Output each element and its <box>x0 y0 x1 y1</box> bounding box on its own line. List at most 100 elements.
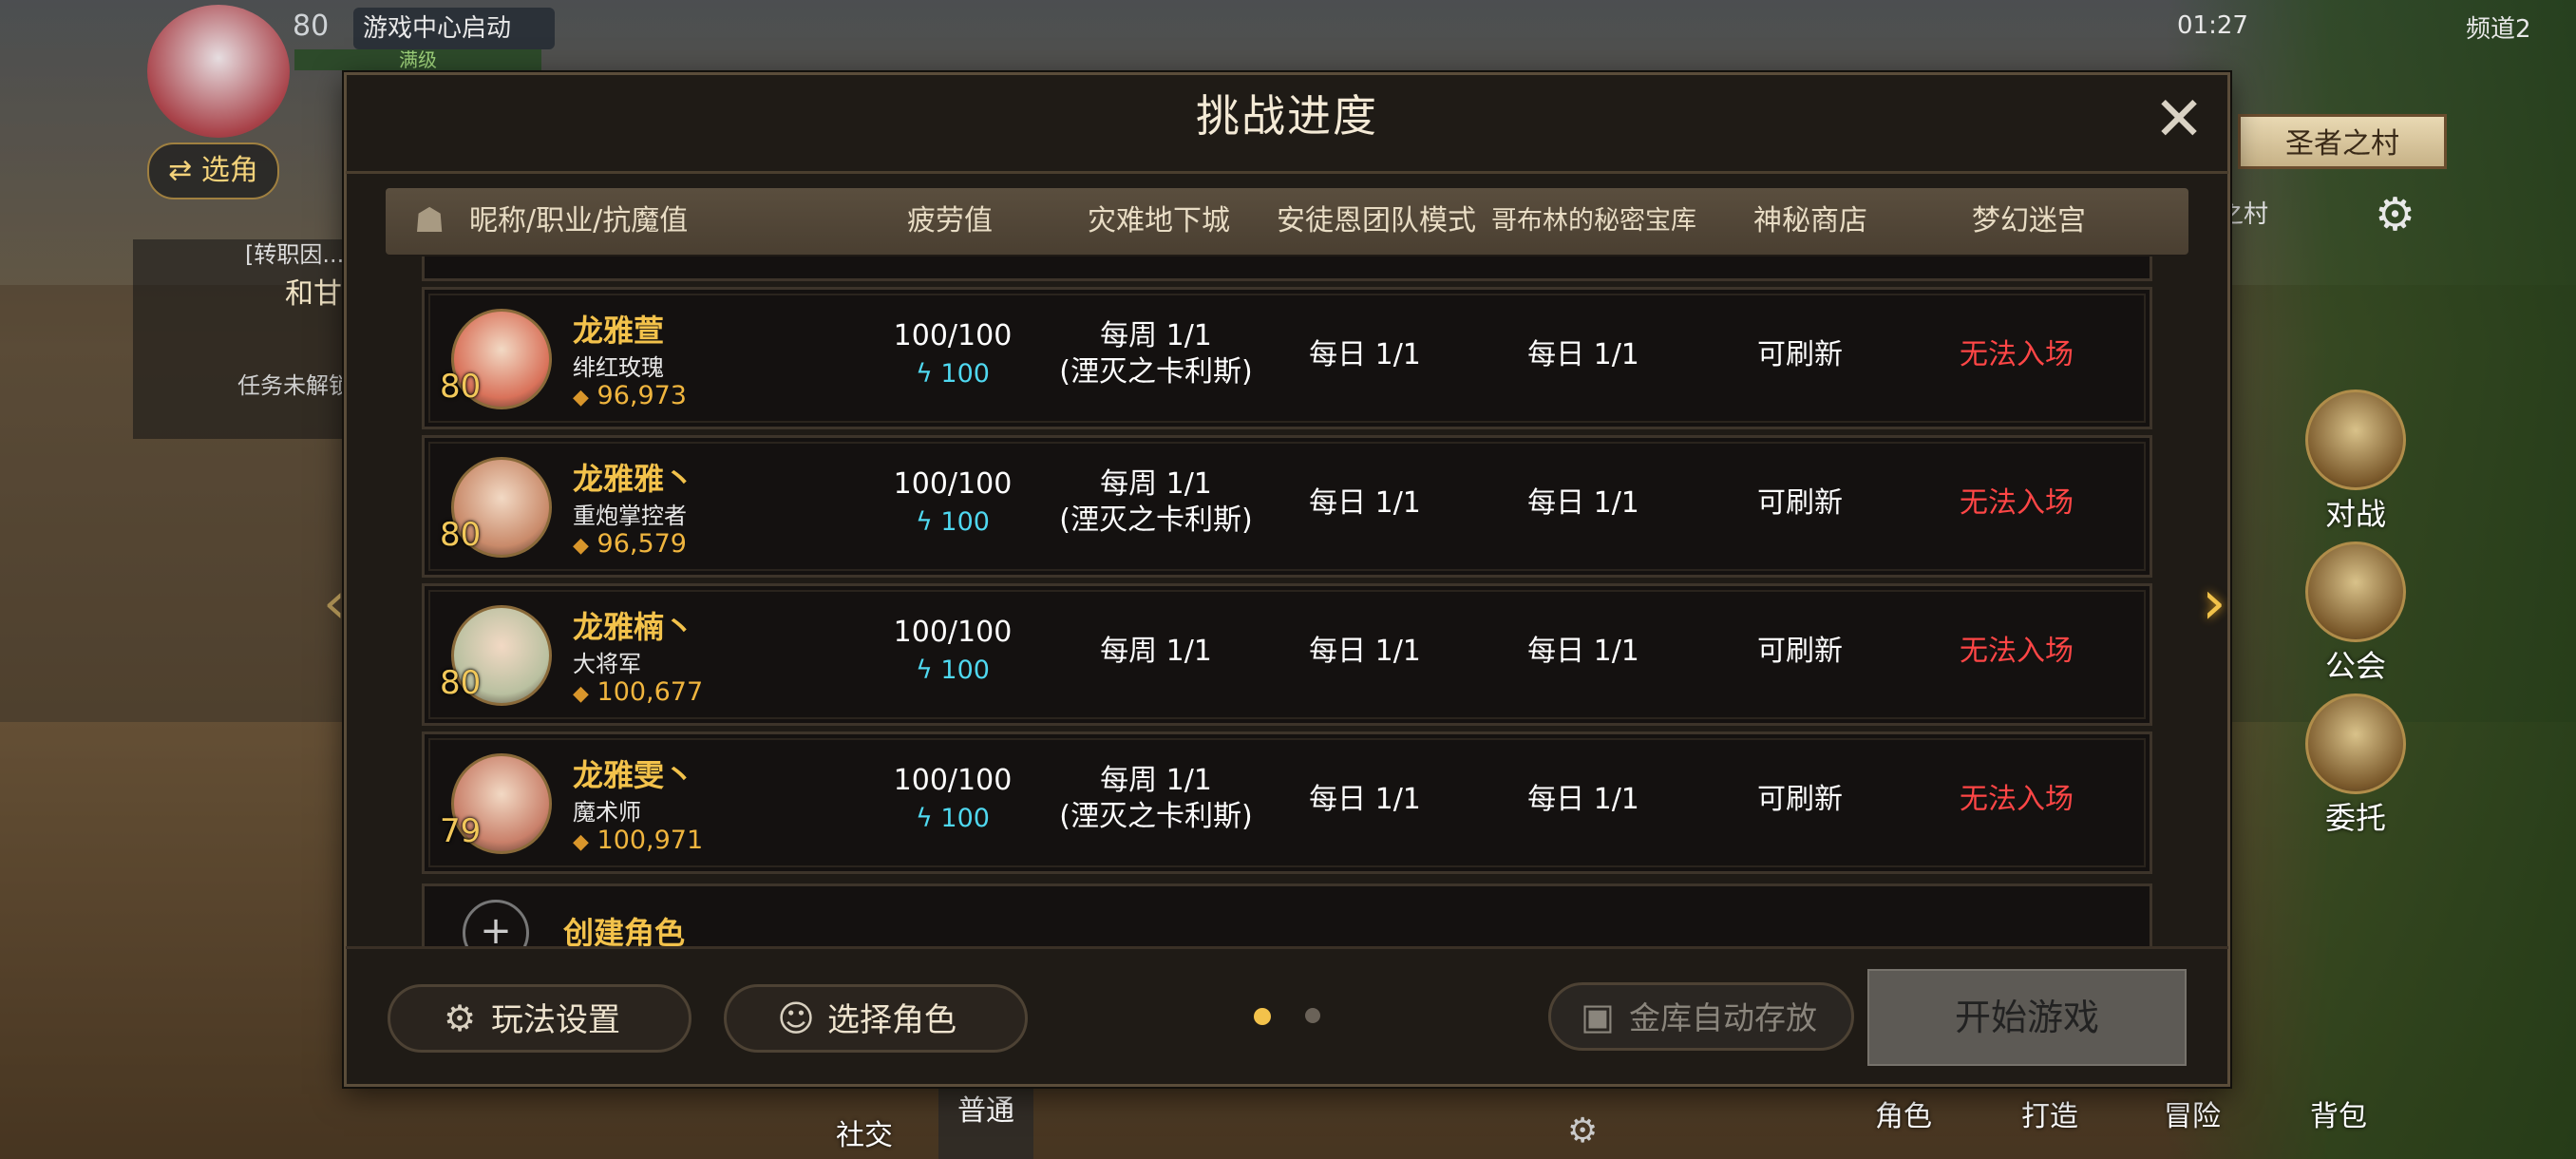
character-job: 大将军 <box>573 651 641 677</box>
channel-label[interactable]: 频道2 <box>2466 10 2531 45</box>
fatigue-value: 100/100 <box>893 616 1013 649</box>
next-page-arrow-icon[interactable]: › <box>2202 568 2226 638</box>
guild-label: 公会 <box>2324 648 2386 684</box>
demon-resist-value: 100,677 <box>597 677 704 707</box>
goblin-vault-value: 每日 1/1 <box>1527 486 1639 520</box>
vault-auto-store-label: 金库自动存放 <box>1629 999 1817 1036</box>
col-header-shop: 神秘商店 <box>1753 204 1867 238</box>
game-center-button[interactable]: 游戏中心启动 <box>353 8 555 49</box>
col-header-name: 昵称/职业/抗魔值 <box>469 204 689 238</box>
col-header-anton: 安徒恩团队模式 <box>1277 204 1476 238</box>
dream-maze-value: 无法入场 <box>1960 338 2074 371</box>
col-header-fatigue: 疲劳值 <box>907 204 993 238</box>
demon-resist-icon: ◆ <box>573 386 589 409</box>
anton-raid-value: 每日 1/1 <box>1309 338 1421 371</box>
role-tab[interactable]: 角色 <box>1875 1092 1932 1134</box>
page-dot[interactable] <box>1305 1008 1320 1023</box>
character-name: 龙雅萱 <box>573 313 665 349</box>
dream-maze-value: 无法入场 <box>1960 635 2074 668</box>
character-row[interactable]: 80 龙雅楠丶大将军 ◆ 100,677 100/100 ϟ 100 每周 1/1 每日 1… <box>422 583 2152 726</box>
demon-resist-icon: ◆ <box>573 682 589 706</box>
character-silhouette-icon: ☗ <box>414 201 445 240</box>
play-settings-button[interactable]: ⚙ 玩法设置 <box>388 984 691 1053</box>
quest-title: [转职因... <box>245 241 345 268</box>
character-level: 79 <box>440 812 482 850</box>
mystery-shop-value: 可刷新 <box>1757 635 1843 668</box>
dream-maze-value: 无法入场 <box>1960 486 2074 520</box>
close-icon[interactable]: ✕ <box>2149 89 2209 152</box>
col-header-maze: 梦幻迷宫 <box>1972 204 2086 238</box>
prev-page-arrow-icon[interactable]: ‹ <box>323 570 346 636</box>
page-dot-active[interactable] <box>1254 1008 1271 1025</box>
fatigue-value: 100/100 <box>893 319 1013 352</box>
full-level-badge: 满级 <box>294 49 541 70</box>
fatigue-sub-value: 100 <box>940 359 990 389</box>
game-center-label: 游戏中心启动 <box>363 14 512 43</box>
add-icon: + <box>463 900 529 946</box>
fatigue-sub-value: 100 <box>940 507 990 537</box>
footer-divider <box>346 946 2228 949</box>
goblin-vault-value: 每日 1/1 <box>1527 783 1639 816</box>
goblin-vault-value: 每日 1/1 <box>1527 338 1639 371</box>
crossed-swords-icon <box>2305 390 2406 490</box>
lightning-icon: ϟ <box>916 804 933 833</box>
player-avatar[interactable] <box>147 5 290 138</box>
character-level: 80 <box>440 664 482 702</box>
lightning-icon: ϟ <box>916 656 933 685</box>
vault-auto-store-button[interactable]: ▣ 金库自动存放 <box>1548 982 1854 1051</box>
player-level: 80 <box>293 10 330 43</box>
lightning-icon: ϟ <box>916 359 933 389</box>
character-job: 重炮掌控者 <box>573 503 687 529</box>
select-role-label: 选择角色 <box>827 1001 957 1039</box>
character-name: 龙雅雅丶 <box>573 461 695 497</box>
normal-tab[interactable]: 普通 <box>938 1083 1033 1159</box>
mystery-shop-value: 可刷新 <box>1757 783 1843 816</box>
vault-icon: ▣ <box>1581 996 1615 1037</box>
gear-icon: ⚙ <box>443 998 477 1039</box>
fatigue-sub-value: 100 <box>940 656 990 685</box>
start-game-button[interactable]: 开始游戏 <box>1867 969 2187 1066</box>
anton-raid-value: 每日 1/1 <box>1309 635 1421 668</box>
character-name: 龙雅雯丶 <box>573 757 695 793</box>
col-header-disaster: 灾难地下城 <box>1088 204 1230 238</box>
status-time: 01:27 <box>2177 11 2248 40</box>
adventure-tab[interactable]: 冒险 <box>2164 1092 2221 1134</box>
character-row[interactable]: 80 龙雅雅丶 重炮掌控者 ◆ 96,579 100/100 ϟ 100 每周 1/1 (湮灭… <box>422 435 2152 578</box>
gear-icon[interactable]: ⚙ <box>2375 188 2415 241</box>
disaster-dungeon-sub: (湮灭之卡利斯) <box>1059 800 1253 833</box>
create-role-row[interactable]: + 创建角色 <box>422 884 2152 946</box>
settings-gear-icon[interactable]: ⚙ <box>1567 1112 1598 1150</box>
character-job: 绯红玫瑰 <box>573 354 664 381</box>
guild-button[interactable]: 公会 <box>2299 542 2413 684</box>
battle-button[interactable]: 对战 <box>2299 390 2413 532</box>
character-row[interactable]: 79 龙雅雯丶 魔术师 ◆ 100,971 100/100 ϟ 100 每周 1/1 (湮灭之… <box>422 732 2152 874</box>
guild-crest-icon <box>2305 542 2406 642</box>
village-name-sign: 圣者之村 <box>2238 114 2447 169</box>
disaster-dungeon-value: 每周 1/1 <box>1100 467 1212 501</box>
disaster-dungeon-value: 每周 1/1 <box>1100 635 1212 668</box>
character-level: 80 <box>440 368 482 406</box>
commission-label: 委托 <box>2324 800 2386 836</box>
anton-raid-value: 每日 1/1 <box>1309 486 1421 520</box>
disaster-dungeon-value: 每周 1/1 <box>1100 319 1212 352</box>
mystery-shop-value: 可刷新 <box>1757 486 1843 520</box>
fatigue-value: 100/100 <box>893 764 1013 797</box>
character-row[interactable]: 80 龙雅萱 绯红玫瑰 ◆ 96,973 100/100 ϟ 100 每周 1/1 (湮灭之卡… <box>422 287 2152 429</box>
craft-tab[interactable]: 打造 <box>2021 1092 2078 1134</box>
dialog-title: 挑战进度 <box>1196 90 1378 142</box>
bag-tab[interactable]: 背包 <box>2310 1092 2367 1134</box>
social-tab[interactable]: 社交 <box>836 1112 893 1153</box>
fatigue-value: 100/100 <box>893 467 1013 501</box>
disaster-dungeon-sub: (湮灭之卡利斯) <box>1059 504 1253 537</box>
switch-role-button[interactable]: ⇄ 选角 <box>147 142 279 200</box>
lightning-icon: ϟ <box>916 507 933 537</box>
demon-resist-value: 96,579 <box>597 529 687 559</box>
commission-button[interactable]: 委托 <box>2299 694 2413 836</box>
character-level: 80 <box>440 516 482 554</box>
select-role-button[interactable]: ☺ 选择角色 <box>724 984 1028 1053</box>
play-settings-label: 玩法设置 <box>491 1001 620 1039</box>
disaster-dungeon-sub: (湮灭之卡利斯) <box>1059 355 1253 389</box>
quest-status: 任务未解锁 <box>237 372 351 399</box>
character-name: 龙雅楠丶 <box>573 609 695 645</box>
fatigue-sub-value: 100 <box>940 804 990 833</box>
